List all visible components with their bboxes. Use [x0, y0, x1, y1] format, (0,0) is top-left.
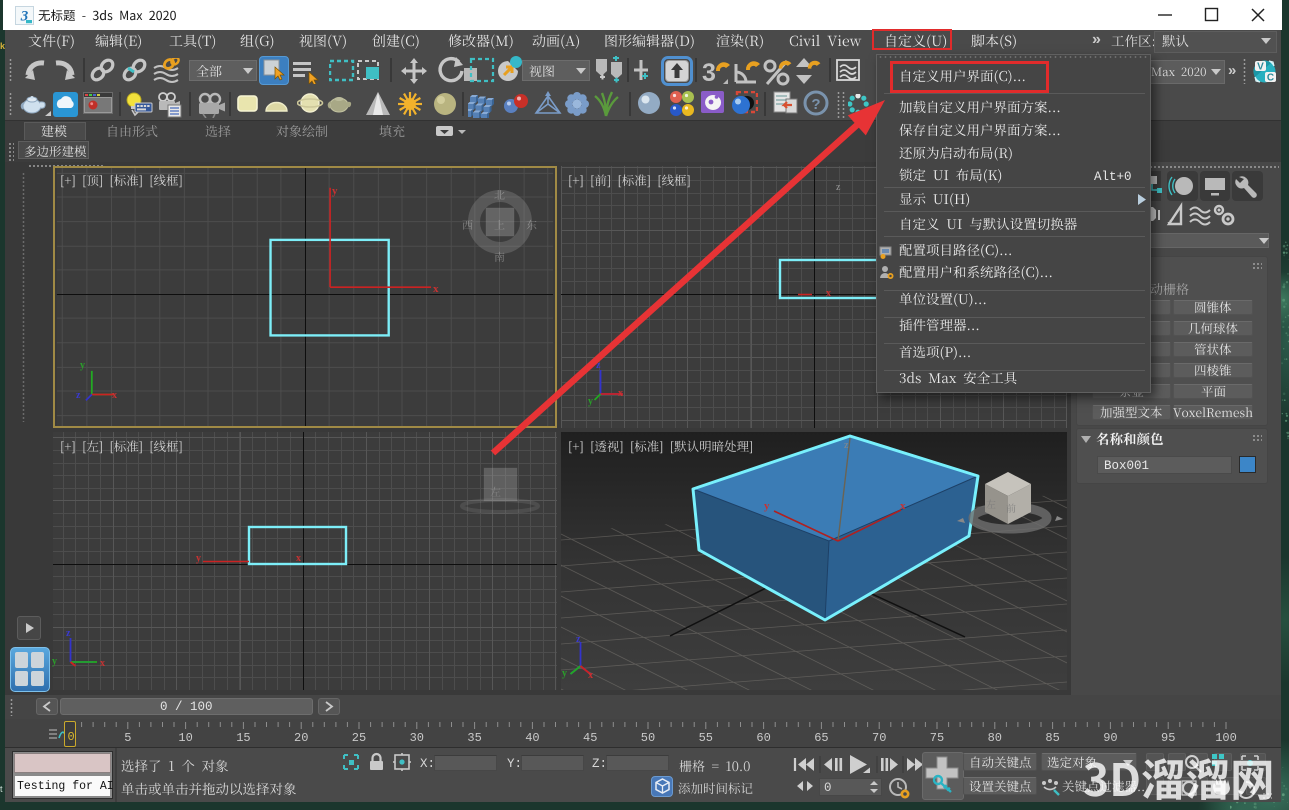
svg-text:3: 3 [702, 59, 716, 86]
svg-text:C: C [1267, 73, 1274, 84]
svg-text:V: V [1257, 62, 1264, 73]
